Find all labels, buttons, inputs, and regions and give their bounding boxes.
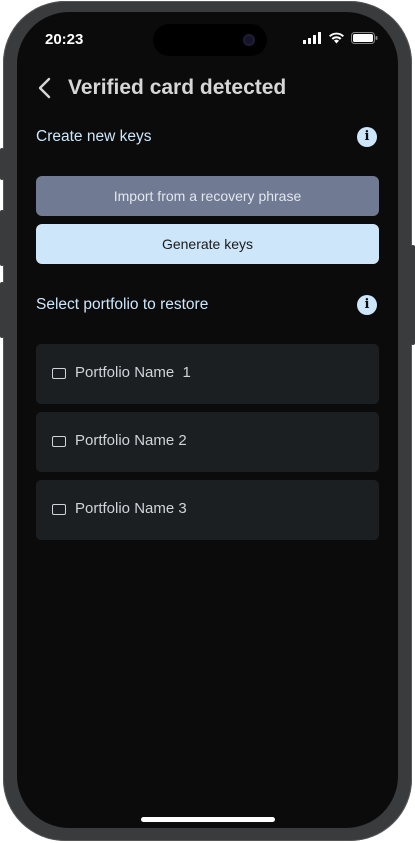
back-chevron-icon	[38, 77, 51, 99]
camera-icon	[243, 34, 255, 46]
volume-down-button	[0, 282, 4, 338]
status-icons	[303, 32, 378, 44]
import-recovery-phrase-button[interactable]: Import from a recovery phrase	[36, 176, 379, 216]
wallet-icon	[52, 504, 66, 515]
signal-icon	[303, 32, 321, 44]
back-button[interactable]	[36, 76, 58, 100]
status-time: 20:23	[45, 31, 84, 48]
portfolio-item[interactable]: Portfolio Name 2	[36, 412, 379, 472]
power-button	[411, 245, 415, 345]
wallet-icon	[52, 368, 66, 379]
portfolio-item[interactable]: Portfolio Name 1	[36, 344, 379, 404]
generate-keys-button[interactable]: Generate keys	[36, 224, 379, 264]
portfolio-item[interactable]: Portfolio Name 3	[36, 480, 379, 540]
create-keys-label: Create new keys	[36, 128, 152, 145]
wallet-icon	[52, 436, 66, 447]
portfolio-name: Portfolio Name 3	[75, 500, 187, 517]
restore-portfolio-label: Select portfolio to restore	[36, 296, 209, 313]
portfolio-name: Portfolio Name 2	[75, 432, 187, 449]
wifi-icon	[329, 32, 344, 44]
home-indicator[interactable]	[141, 817, 275, 822]
info-icon[interactable]: i	[357, 295, 377, 315]
portfolio-name: Portfolio Name 1	[75, 364, 191, 381]
app-screen: 20:23 Verified card detected Create new …	[17, 12, 398, 828]
volume-up-button	[0, 210, 4, 266]
dynamic-island	[153, 24, 267, 56]
header: Verified card detected	[17, 76, 398, 116]
action-button	[0, 148, 4, 180]
battery-icon	[351, 32, 378, 44]
info-icon[interactable]: i	[357, 127, 377, 147]
page-title: Verified card detected	[68, 76, 287, 99]
